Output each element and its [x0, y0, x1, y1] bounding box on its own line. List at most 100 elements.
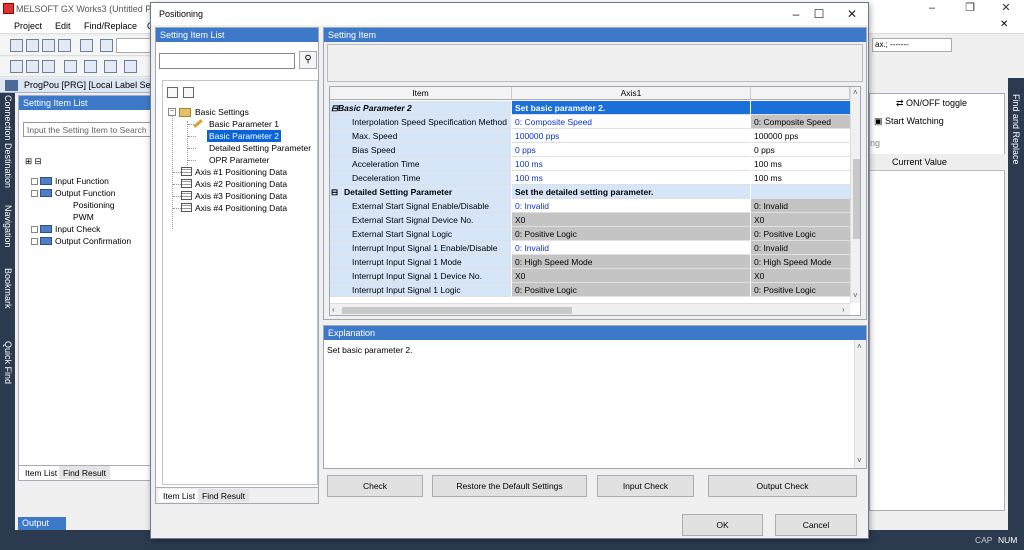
scroll-down-icon[interactable]: ˅: [857, 456, 862, 465]
row-value-input[interactable]: 0: Positive Logic: [512, 283, 750, 297]
save-icon[interactable]: [42, 39, 55, 52]
start-watching-button[interactable]: ▣ Start Watching: [874, 116, 944, 127]
expand-all-icon[interactable]: [167, 87, 178, 98]
tool-2-icon[interactable]: [26, 60, 39, 73]
tree-axis1-positioning-data[interactable]: Axis #1 Positioning Data: [195, 166, 287, 178]
open-icon[interactable]: [26, 39, 39, 52]
output-check-button[interactable]: Output Check: [708, 475, 857, 497]
search-input[interactable]: Input the Setting Item to Search: [23, 122, 151, 137]
dialog-close-icon[interactable]: ✕: [837, 3, 867, 25]
tree-basic-parameter-2[interactable]: Basic Parameter 2: [207, 130, 281, 142]
restore-defaults-button[interactable]: Restore the Default Settings: [432, 475, 587, 497]
tool-3-icon[interactable]: [42, 60, 55, 73]
menu-project[interactable]: Project: [14, 21, 42, 31]
row-value-input[interactable]: X0: [512, 269, 750, 283]
tab-find-result[interactable]: Find Result: [59, 466, 110, 479]
tree-item-input-function[interactable]: Input Function: [31, 176, 109, 186]
scroll-right-icon[interactable]: ›: [842, 305, 845, 314]
side-tab-quick-find[interactable]: Quick Find: [3, 341, 13, 384]
tree-item-output-function[interactable]: Output Function: [31, 188, 115, 198]
tree-toolbar-icon[interactable]: ⊞ ⊟: [25, 156, 42, 167]
side-tab-connection[interactable]: Connection Destination: [3, 95, 13, 188]
row-value-input[interactable]: 100 ms: [512, 171, 750, 185]
tree-detailed-setting-parameter[interactable]: Detailed Setting Parameter: [209, 142, 311, 154]
grid-row[interactable]: Interrupt Input Signal 1 Mode 0: High Sp…: [330, 255, 850, 269]
menu-edit[interactable]: Edit: [55, 21, 71, 31]
row-value-input[interactable]: 100 ms: [512, 157, 750, 171]
tree-axis2-positioning-data[interactable]: Axis #2 Positioning Data: [195, 178, 287, 190]
tab-find-result[interactable]: Find Result: [198, 489, 249, 502]
tool-7-icon[interactable]: [124, 60, 137, 73]
row-value-input[interactable]: 0: Positive Logic: [512, 227, 750, 241]
input-check-button[interactable]: Input Check: [597, 475, 694, 497]
side-tab-find-replace[interactable]: Find and Replace: [1011, 94, 1021, 165]
expand-icon[interactable]: [31, 226, 38, 233]
grid-horizontal-scrollbar[interactable]: ‹ ›: [330, 303, 850, 315]
explanation-scrollbar[interactable]: ˄ ˅: [854, 340, 866, 468]
cancel-button[interactable]: Cancel: [775, 514, 857, 536]
grid-section-row[interactable]: ⊟ Basic Parameter 2 Set basic parameter 2…: [330, 101, 850, 115]
expand-icon[interactable]: [31, 238, 38, 245]
setting-search-input[interactable]: [159, 53, 295, 69]
scroll-down-icon[interactable]: ˅: [853, 291, 858, 300]
tree-item-pwm[interactable]: PWM: [73, 212, 94, 222]
binoculars-icon[interactable]: [104, 60, 117, 73]
row-value-input[interactable]: 0 pps: [512, 143, 750, 157]
grid-row[interactable]: Interrupt Input Signal 1 Device No. X0 X…: [330, 269, 850, 283]
side-tab-bookmark[interactable]: Bookmark: [3, 268, 13, 309]
grid-row[interactable]: Max. Speed 100000 pps 100000 pps: [330, 129, 850, 143]
app-minimize-icon[interactable]: –: [914, 0, 950, 18]
undo-icon[interactable]: [80, 39, 93, 52]
grid-row[interactable]: External Start Signal Logic 0: Positive …: [330, 227, 850, 241]
row-value-input[interactable]: 0: High Speed Mode: [512, 255, 750, 269]
side-tab-navigation[interactable]: Navigation: [3, 205, 13, 248]
scroll-up-icon[interactable]: ˄: [857, 342, 862, 351]
collapse-all-icon[interactable]: [183, 87, 194, 98]
menu-close-icon[interactable]: ✕: [1000, 19, 1008, 30]
grid-row[interactable]: Interpolation Speed Specification Method…: [330, 115, 850, 129]
new-icon[interactable]: [10, 39, 23, 52]
column-header-item[interactable]: Item: [330, 87, 512, 100]
app-restore-icon[interactable]: ❐: [952, 0, 988, 18]
row-value-input[interactable]: 0: Invalid: [512, 241, 750, 255]
app-close-icon[interactable]: ✕: [988, 0, 1024, 18]
print-icon[interactable]: [58, 39, 71, 52]
check-button[interactable]: Check: [327, 475, 423, 497]
tree-axis4-positioning-data[interactable]: Axis #4 Positioning Data: [195, 202, 287, 214]
row-value-input[interactable]: 0: Composite Speed: [512, 115, 750, 129]
grid-section-row[interactable]: ⊟ Detailed Setting Parameter Set the deta…: [330, 185, 850, 199]
tree-item-positioning[interactable]: Positioning: [73, 200, 115, 210]
ok-button[interactable]: OK: [682, 514, 763, 536]
tool-1-icon[interactable]: [10, 60, 23, 73]
watch-combo[interactable]: ax.; -------: [872, 38, 952, 52]
tool-5-icon[interactable]: [84, 60, 97, 73]
scroll-left-icon[interactable]: ‹: [332, 305, 335, 314]
row-value-input[interactable]: 100000 pps: [512, 129, 750, 143]
collapse-basic-settings-icon[interactable]: −: [168, 108, 176, 116]
scroll-up-icon[interactable]: ˄: [853, 88, 858, 97]
tool-4-icon[interactable]: [64, 60, 77, 73]
dialog-maximize-icon[interactable]: ☐: [804, 3, 834, 25]
grid-vertical-scrollbar[interactable]: ˄ ˅: [850, 87, 860, 303]
grid-row[interactable]: Interrupt Input Signal 1 Enable/Disable …: [330, 241, 850, 255]
scroll-thumb[interactable]: [853, 159, 860, 239]
output-tab[interactable]: Output: [18, 517, 66, 530]
onoff-toggle-button[interactable]: ⇄ ON/OFF toggle: [896, 98, 967, 109]
grid-row[interactable]: External Start Signal Device No. X0 X0: [330, 213, 850, 227]
grid-row[interactable]: Interrupt Input Signal 1 Logic 0: Positi…: [330, 283, 850, 297]
tree-basic-parameter-1[interactable]: Basic Parameter 1: [209, 118, 279, 130]
row-value-input[interactable]: X0: [512, 213, 750, 227]
expand-icon[interactable]: [31, 178, 38, 185]
document-tab[interactable]: ProgPou [PRG] [Local Label Se: [0, 78, 158, 93]
grid-row[interactable]: Bias Speed 0 pps 0 pps: [330, 143, 850, 157]
grid-row[interactable]: External Start Signal Enable/Disable 0: …: [330, 199, 850, 213]
grid-row[interactable]: Acceleration Time 100 ms 100 ms: [330, 157, 850, 171]
grid-row[interactable]: Deceleration Time 100 ms 100 ms: [330, 171, 850, 185]
column-header-axis1[interactable]: Axis1: [512, 87, 751, 100]
tree-basic-settings[interactable]: Basic Settings: [195, 106, 249, 118]
tree-axis3-positioning-data[interactable]: Axis #3 Positioning Data: [195, 190, 287, 202]
binoculars-icon[interactable]: ⚲: [299, 51, 317, 69]
tree-item-input-check[interactable]: Input Check: [31, 224, 100, 234]
scroll-thumb[interactable]: [342, 307, 572, 314]
tree-item-output-confirmation[interactable]: Output Confirmation: [31, 236, 131, 246]
